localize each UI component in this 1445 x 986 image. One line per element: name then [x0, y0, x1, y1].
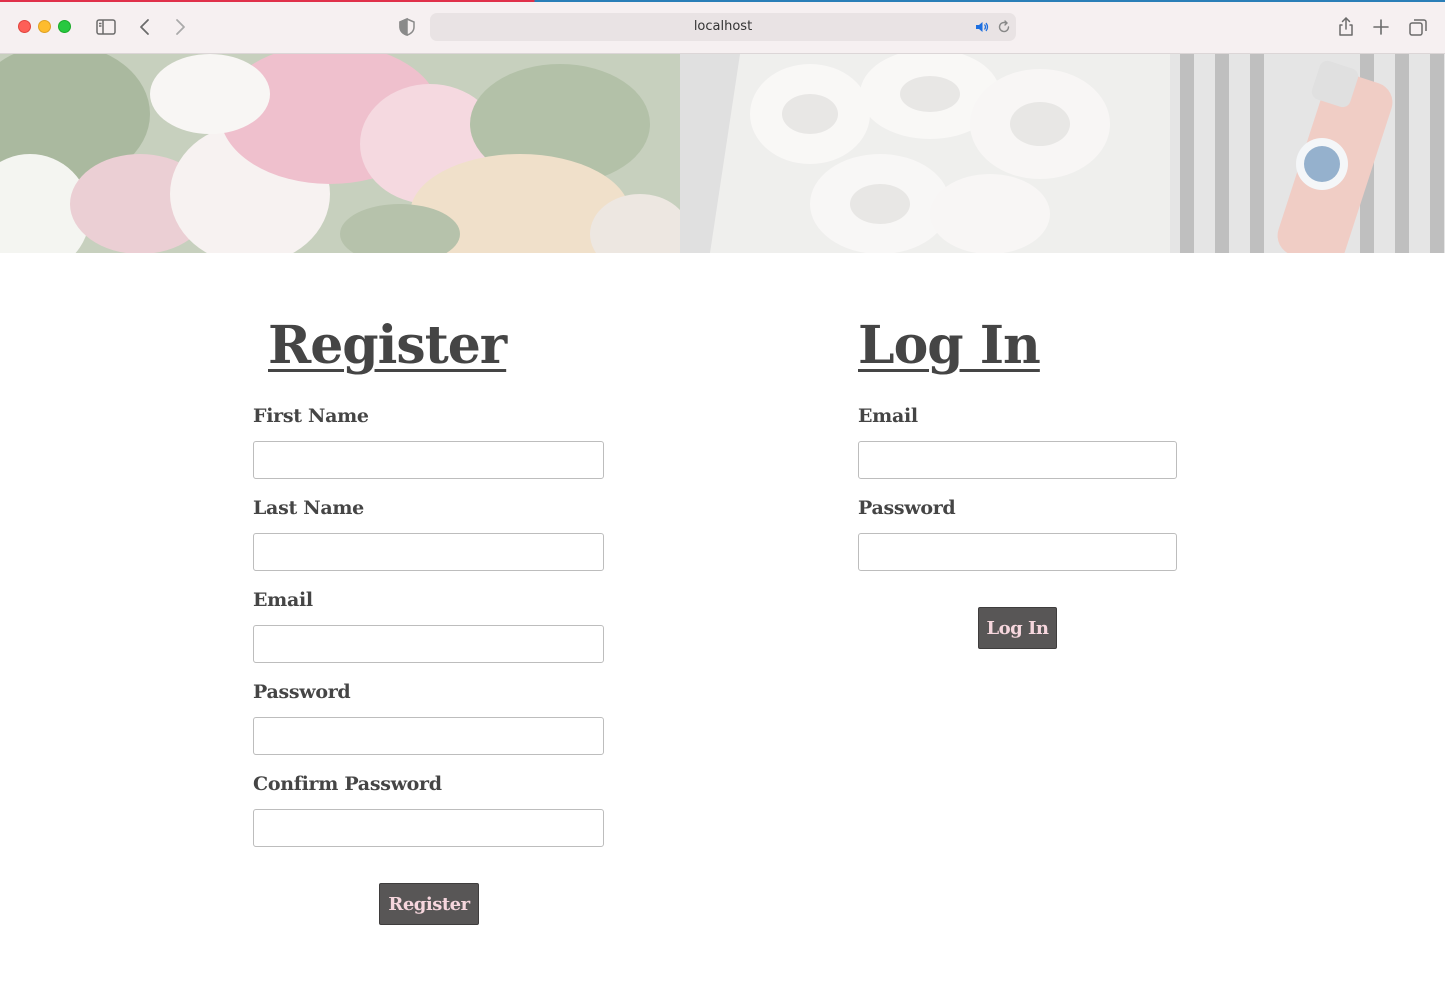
login-button[interactable]: Log In — [978, 607, 1057, 649]
last-name-label: Last Name — [253, 497, 364, 519]
reload-icon[interactable] — [996, 19, 1012, 35]
register-email-label: Email — [253, 589, 313, 611]
register-password-input[interactable] — [253, 717, 604, 755]
hero-banner-image — [0, 54, 1445, 253]
login-password-input[interactable] — [858, 533, 1177, 571]
login-email-input[interactable] — [858, 441, 1177, 479]
window-accent-bar — [0, 0, 1445, 2]
address-bar[interactable]: localhost — [430, 13, 1016, 41]
confirm-password-label: Confirm Password — [253, 773, 442, 795]
login-password-label: Password — [858, 497, 956, 519]
confirm-password-input[interactable] — [253, 809, 604, 847]
forward-icon[interactable] — [167, 14, 193, 40]
login-email-label: Email — [858, 405, 918, 427]
speaker-icon[interactable] — [974, 19, 990, 35]
url-text: localhost — [693, 19, 753, 34]
new-tab-icon[interactable] — [1368, 14, 1394, 40]
first-name-input[interactable] — [253, 441, 604, 479]
hero-overlay — [0, 54, 1445, 253]
browser-toolbar: localhost — [0, 0, 1445, 54]
close-window-button[interactable] — [18, 20, 31, 33]
register-button[interactable]: Register — [379, 883, 479, 925]
minimize-window-button[interactable] — [38, 20, 51, 33]
register-password-label: Password — [253, 681, 351, 703]
login-heading-link[interactable]: Log In — [858, 315, 1041, 376]
back-icon[interactable] — [132, 14, 158, 40]
last-name-input[interactable] — [253, 533, 604, 571]
register-email-input[interactable] — [253, 625, 604, 663]
first-name-label: First Name — [253, 405, 369, 427]
register-heading-link[interactable]: Register — [268, 315, 507, 376]
share-icon[interactable] — [1333, 14, 1359, 40]
zoom-window-button[interactable] — [58, 20, 71, 33]
tabs-overview-icon[interactable] — [1405, 14, 1431, 40]
sidebar-icon[interactable] — [93, 14, 119, 40]
shield-icon[interactable] — [394, 14, 420, 40]
